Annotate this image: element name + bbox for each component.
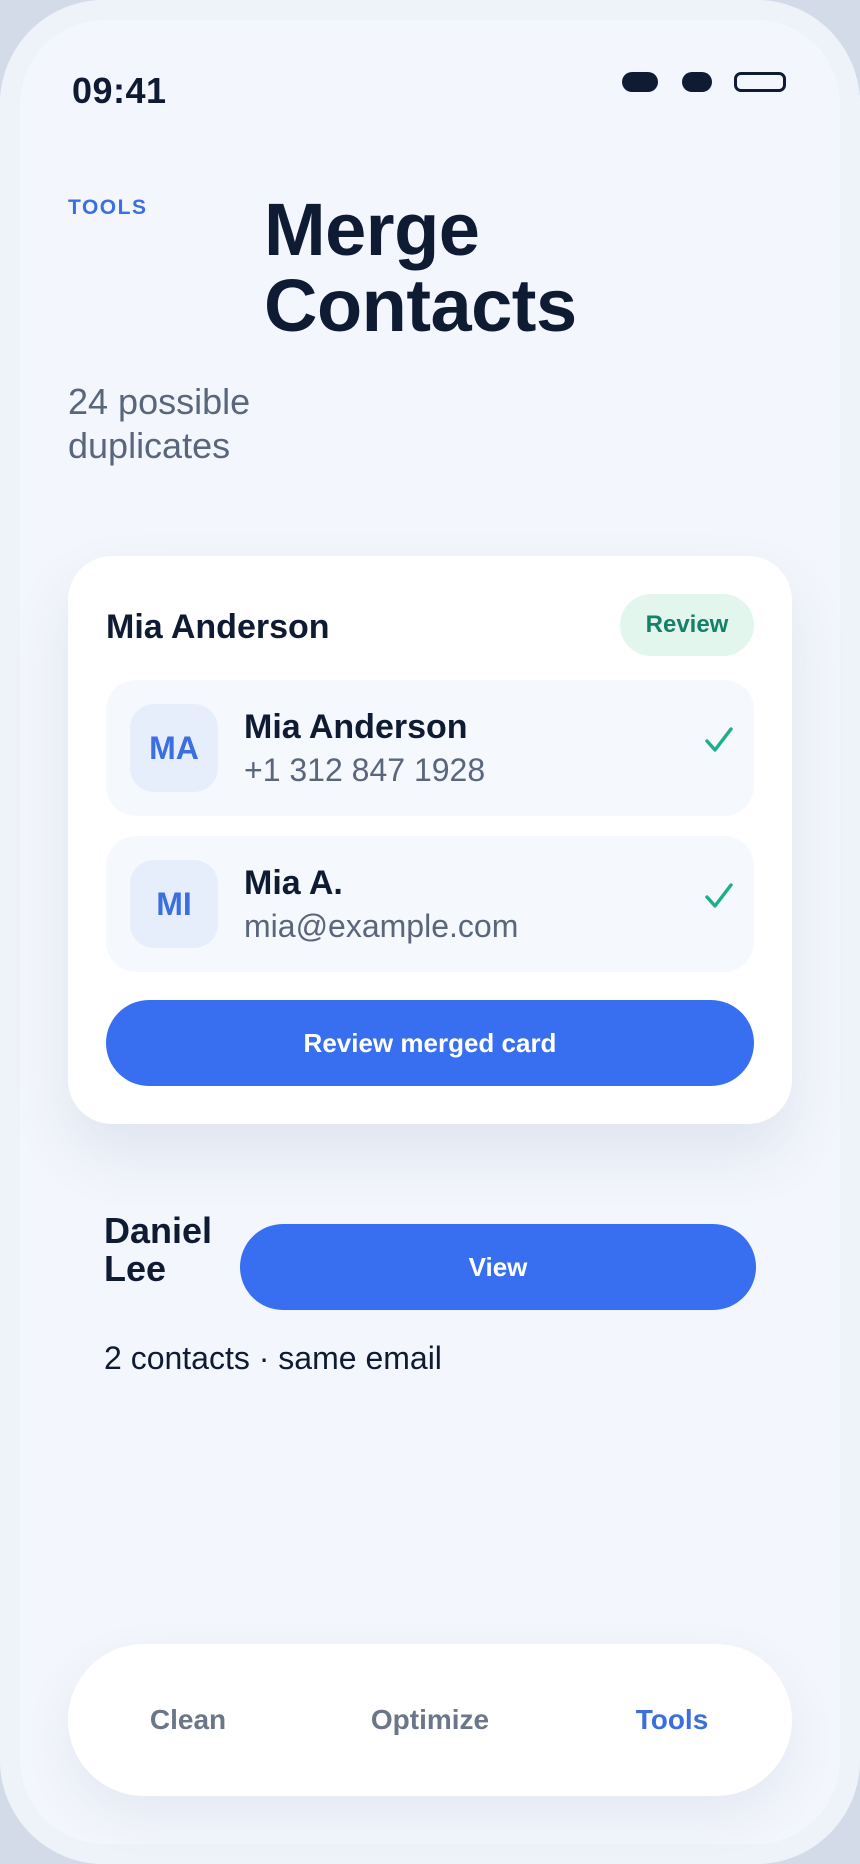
group-detail: 2 contacts · same email [104,1340,442,1376]
tab-tools[interactable]: Tools [582,1644,762,1796]
page-title: Merge Contacts [264,188,577,347]
contact-email: mia@example.com [244,908,519,944]
review-merged-card-button[interactable]: Review merged card [106,1000,754,1086]
group-name: Mia Anderson [106,608,330,646]
view-button[interactable]: View [240,1224,756,1310]
duplicates-count: 24 possible duplicates [68,381,251,466]
battery-icon [734,72,786,92]
tab-clean[interactable]: Clean [98,1644,278,1796]
phone-screen: 09:41 TOOLS Merge Contacts 24 possible d… [0,0,860,1864]
contact-row[interactable]: MA Mia Anderson +1 312 847 1928 [106,680,754,816]
contact-name: Mia A. [244,864,343,902]
status-time: 09:41 [72,70,167,111]
checkmark-icon[interactable] [704,880,734,912]
status-badge: Review [620,594,754,656]
status-icons [622,72,788,94]
avatar: MI [130,860,218,948]
duplicate-group-card: Mia Anderson Review MA Mia Anderson +1 3… [68,556,792,1124]
tab-bar: Clean Optimize Tools [68,1644,792,1796]
contact-name: Mia Anderson [244,708,468,746]
group-name: Daniel Lee [104,1210,213,1289]
contact-row[interactable]: MI Mia A. mia@example.com [106,836,754,972]
avatar: MA [130,704,218,792]
tab-optimize[interactable]: Optimize [340,1644,520,1796]
contact-phone: +1 312 847 1928 [244,752,486,788]
section-eyebrow: TOOLS [68,196,148,219]
signal-icon [622,72,658,92]
checkmark-icon[interactable] [704,724,734,756]
wifi-icon [682,72,712,92]
